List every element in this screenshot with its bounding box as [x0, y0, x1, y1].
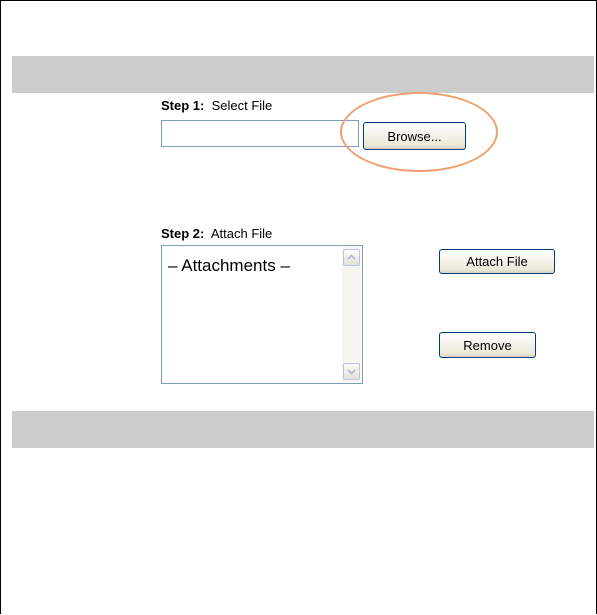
step2-text: Attach File: [210, 226, 273, 241]
footer-band: [12, 411, 594, 448]
browse-button[interactable]: Browse...: [363, 122, 466, 150]
attachments-listbox[interactable]: – Attachments –: [161, 245, 363, 384]
attach-file-button[interactable]: Attach File: [439, 249, 555, 274]
header-band: [12, 56, 594, 93]
step2-number: Step 2:: [161, 226, 205, 241]
file-path-input[interactable]: [161, 120, 359, 147]
remove-button[interactable]: Remove: [439, 332, 536, 358]
step1-number: Step 1:: [161, 98, 205, 113]
scroll-down-button[interactable]: [343, 363, 360, 380]
scroll-up-button[interactable]: [343, 249, 360, 266]
step2-label: Step 2: Attach File: [161, 226, 272, 241]
step1-text: Select File: [211, 98, 273, 113]
listbox-scrollbar[interactable]: [342, 247, 361, 382]
step1-label: Step 1: Select File: [161, 98, 272, 113]
list-item[interactable]: – Attachments –: [168, 256, 290, 276]
